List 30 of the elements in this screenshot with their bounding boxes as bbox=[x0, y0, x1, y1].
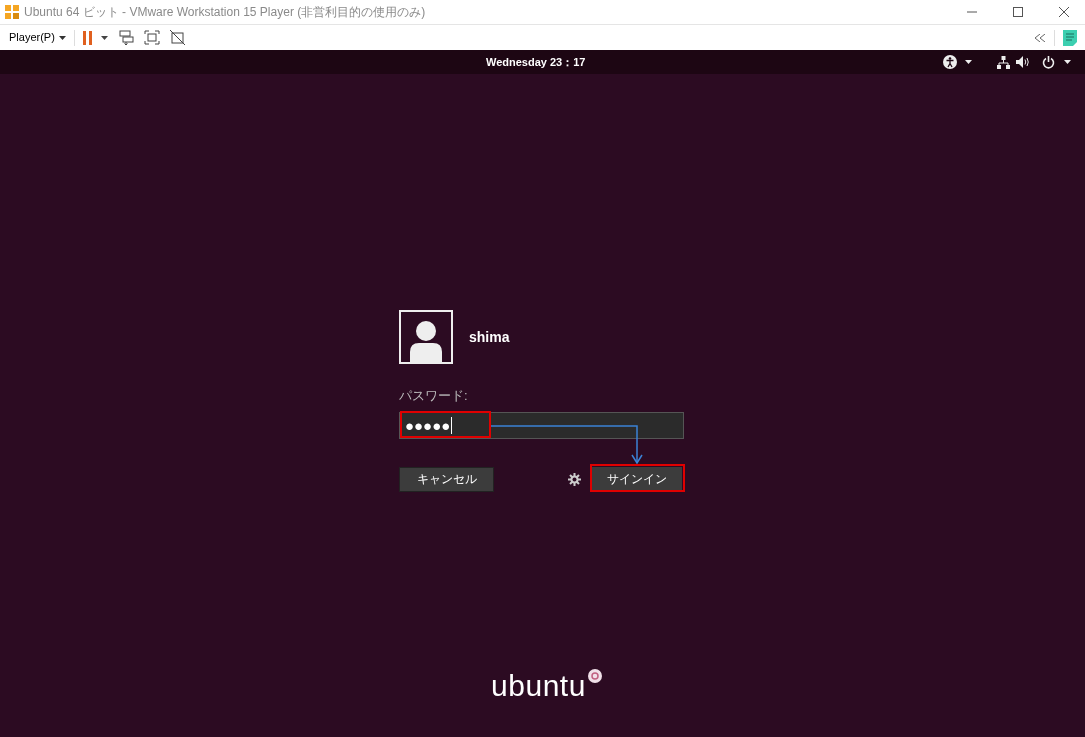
unity-icon[interactable] bbox=[169, 30, 185, 45]
user-silhouette-icon bbox=[408, 320, 444, 362]
caret-icon bbox=[58, 35, 66, 40]
caret-icon[interactable] bbox=[965, 60, 972, 64]
fullscreen-icon[interactable] bbox=[143, 30, 160, 45]
password-field[interactable]: ●●●●● bbox=[399, 411, 684, 439]
caret-icon[interactable] bbox=[1064, 60, 1071, 64]
double-chevron-icon[interactable] bbox=[1034, 33, 1046, 42]
network-icon[interactable] bbox=[997, 55, 1010, 69]
password-label: パスワード: bbox=[399, 387, 469, 405]
ubuntu-circle-icon bbox=[587, 669, 602, 683]
username: shima bbox=[469, 327, 510, 347]
close-button[interactable] bbox=[1059, 7, 1069, 17]
sign-in-button[interactable]: サインイン bbox=[591, 467, 682, 491]
player-menu[interactable]: Player(P) bbox=[9, 29, 66, 46]
user-avatar[interactable] bbox=[399, 310, 453, 364]
power-icon[interactable] bbox=[1042, 55, 1055, 69]
note-icon[interactable] bbox=[1063, 29, 1077, 46]
send-keys-icon[interactable] bbox=[118, 30, 134, 45]
ubuntu-logo-text: ubuntu bbox=[491, 671, 586, 701]
maximize-button[interactable] bbox=[1013, 7, 1023, 17]
cancel-button[interactable]: キャンセル bbox=[399, 466, 494, 492]
volume-icon[interactable] bbox=[1016, 56, 1030, 68]
window-title: Ubuntu 64 ビット - VMware Workstation 15 Player (非営利目的の使用のみ) bbox=[24, 4, 426, 21]
pause-button[interactable] bbox=[82, 30, 93, 45]
caret-icon[interactable] bbox=[100, 35, 108, 40]
accessibility-icon[interactable] bbox=[943, 55, 957, 69]
settings-icon[interactable] bbox=[568, 472, 581, 486]
app-logo-icon bbox=[5, 5, 19, 19]
clock[interactable]: Wednesday 23：17 bbox=[486, 53, 586, 71]
